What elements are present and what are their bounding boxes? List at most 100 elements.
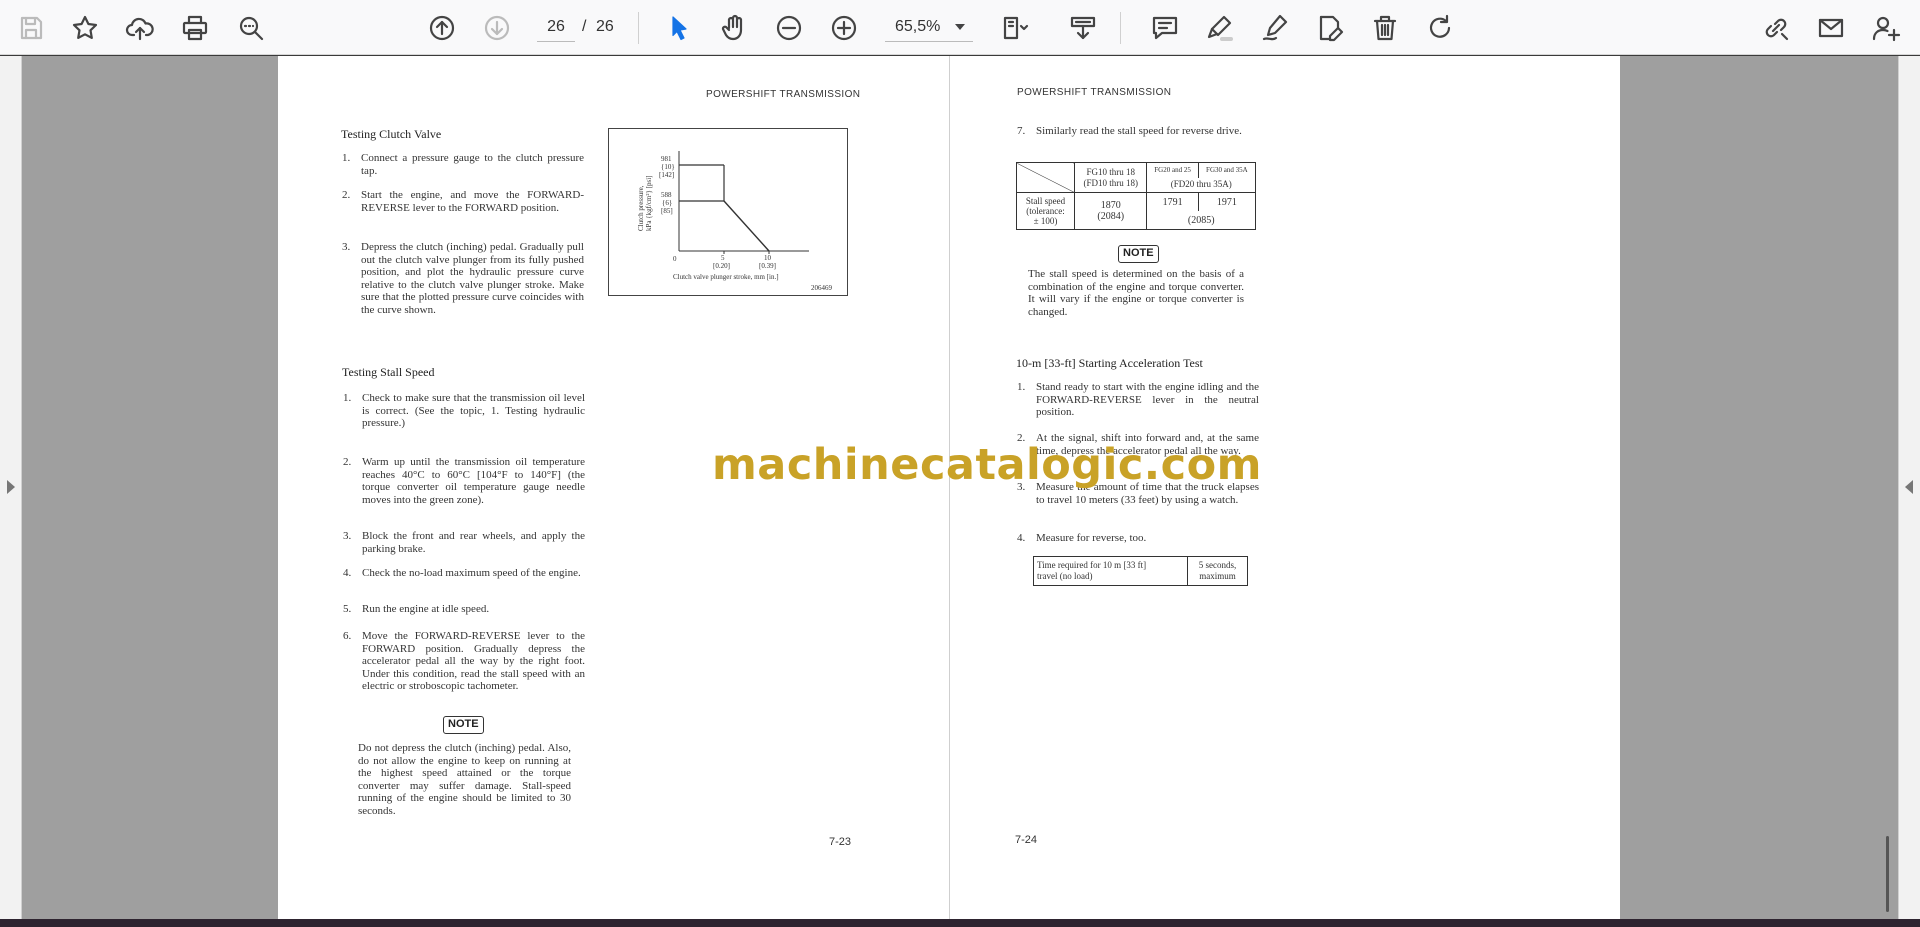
- zoom-search-icon[interactable]: [231, 8, 271, 48]
- toolbar-divider: [638, 12, 639, 44]
- x-tick-label: 5: [721, 254, 725, 262]
- toolbar-divider: [1120, 12, 1121, 44]
- chevron-left-icon: [1905, 480, 1913, 494]
- figure-id: 206469: [811, 284, 833, 292]
- upload-cloud-icon[interactable]: [120, 8, 160, 48]
- x-axis-label: Clutch valve plunger stroke, mm [in.]: [673, 273, 779, 281]
- page-number-input[interactable]: [537, 12, 575, 42]
- select-cursor-icon[interactable]: [659, 8, 699, 48]
- table-header-cell: FG20 and 25: [1146, 161, 1199, 178]
- zoom-select[interactable]: 65,5%: [885, 12, 973, 42]
- note-text: The stall speed is determined on the bas…: [1028, 268, 1244, 318]
- step-number: 3.: [342, 241, 351, 253]
- step-text: Measure for reverse, too.: [1036, 532, 1147, 544]
- table-row-label: Stall speed (tolerance: ± 100): [1016, 192, 1075, 230]
- page-header: POWERSHIFT TRANSMISSION: [706, 89, 861, 100]
- share-link-icon[interactable]: [1756, 8, 1796, 48]
- step-text: Connect a pressure gauge to the clutch p…: [361, 152, 584, 177]
- left-panel-toggle[interactable]: [0, 56, 22, 919]
- page-separator: /: [582, 18, 587, 35]
- step-number: 1.: [342, 152, 351, 164]
- step-text: Warm up until the transmission oil tempe…: [362, 456, 585, 506]
- step-text: Depress the clutch (inching) pedal. Grad…: [361, 241, 584, 316]
- table-cell: Time required for 10 m [33 ft] travel (no…: [1033, 556, 1188, 586]
- zoom-value: 65,5%: [895, 18, 941, 35]
- step-text: Check to make sure that the transmission…: [362, 392, 585, 429]
- hand-pan-icon[interactable]: [714, 8, 754, 48]
- section-title: Testing Stall Speed: [342, 365, 435, 379]
- table-header-cell: FG30 and 35A: [1197, 161, 1257, 178]
- table-header-cell: (FD20 thru 35A): [1146, 177, 1256, 194]
- bookmark-star-icon[interactable]: [65, 8, 105, 48]
- comment-icon[interactable]: [1145, 8, 1185, 48]
- step-item: 7. Similarly read the stall speed for re…: [1017, 125, 1242, 137]
- page-up-icon[interactable]: [422, 8, 462, 48]
- x-tick-label: 0: [673, 255, 677, 263]
- x-tick-label: [0.20]: [713, 262, 730, 270]
- note-badge: NOTE: [1118, 245, 1159, 263]
- step-text: Stand ready to start with the engine idl…: [1036, 381, 1259, 418]
- delete-icon[interactable]: [1365, 8, 1405, 48]
- vertical-scrollbar[interactable]: [1882, 56, 1896, 919]
- y-tick-label: 981: [661, 155, 672, 163]
- email-icon[interactable]: [1811, 8, 1851, 48]
- page-down-icon[interactable]: [477, 8, 517, 48]
- toolbar: / 26 65,5%: [0, 0, 1920, 55]
- table-corner-cell: [1016, 161, 1075, 194]
- step-text: Run the engine at idle speed.: [362, 603, 490, 615]
- y-tick-label: 588: [661, 191, 672, 199]
- highlight-icon[interactable]: [1200, 8, 1240, 48]
- table-cell: 1791: [1146, 192, 1199, 212]
- y-axis-label: kPa {kgf/cm²} [psi]: [645, 176, 653, 231]
- draw-icon[interactable]: [1255, 8, 1295, 48]
- y-axis-label: Clutch pressure,: [637, 185, 645, 231]
- acceleration-table: Time required for 10 m [33 ft] travel (no…: [1033, 556, 1248, 586]
- page-total: 26: [596, 18, 614, 35]
- rotate-icon[interactable]: [1420, 8, 1460, 48]
- save-icon[interactable]: [11, 8, 51, 48]
- section-title: 10-m [33-ft] Starting Acceleration Test: [1016, 356, 1203, 370]
- step-number: 6.: [343, 630, 352, 642]
- step-number: 1.: [1017, 381, 1026, 393]
- y-tick-label: {6}: [662, 199, 672, 207]
- scroll-mode-icon[interactable]: [1063, 8, 1103, 48]
- x-tick-label: 10: [764, 254, 772, 262]
- scroll-thumb[interactable]: [1886, 836, 1889, 912]
- step-number: 5.: [343, 603, 352, 615]
- table-cell: 1971: [1197, 192, 1257, 212]
- page-folio: 7-23: [829, 836, 852, 848]
- page-folio: 7-24: [1015, 834, 1038, 846]
- chevron-down-icon: [955, 24, 965, 30]
- zoom-in-icon[interactable]: [824, 8, 864, 48]
- pressure-curve-figure: Clutch pressure, kPa {kgf/cm²} [psi] 981…: [608, 128, 848, 296]
- step-text: Block the front and rear wheels, and app…: [362, 530, 585, 555]
- step-text: Check the no-load maximum speed of the e…: [362, 567, 581, 579]
- table-cell: 5 seconds, maximum: [1187, 556, 1248, 586]
- chevron-right-icon: [7, 480, 15, 494]
- right-panel-toggle[interactable]: [1898, 56, 1920, 919]
- zoom-out-icon[interactable]: [769, 8, 809, 48]
- section-title: Testing Clutch Valve: [341, 127, 442, 141]
- step-text: Start the engine, and move the FORWARD-R…: [361, 189, 584, 214]
- step-text: Move the FORWARD-REVERSE lever to the FO…: [362, 630, 585, 692]
- note-badge: NOTE: [443, 716, 484, 734]
- stall-speed-table: FG10 thru 18 (FD10 thru 18) FG20 and 25 F…: [1016, 161, 1257, 231]
- table-header-cell: FG10 thru 18 (FD10 thru 18): [1073, 161, 1148, 194]
- step-number: 1.: [343, 392, 352, 404]
- add-user-icon[interactable]: [1866, 8, 1906, 48]
- note-text: Do not depress the clutch (inching) peda…: [358, 742, 571, 817]
- y-tick-label: {10}: [661, 163, 675, 171]
- x-tick-label: [0.39]: [759, 262, 776, 270]
- page-fit-icon[interactable]: [995, 8, 1035, 48]
- edit-pdf-icon[interactable]: [1310, 8, 1350, 48]
- print-icon[interactable]: [175, 8, 215, 48]
- step-number: 3.: [343, 530, 352, 542]
- page-header: POWERSHIFT TRANSMISSION: [1017, 87, 1172, 98]
- table-cell: (2085): [1146, 211, 1256, 231]
- step-number: 2.: [342, 189, 351, 201]
- step-number: 2.: [343, 456, 352, 468]
- y-tick-label: [85]: [661, 207, 673, 215]
- step-number: 4.: [1017, 532, 1026, 544]
- step-number: 4.: [343, 567, 352, 579]
- table-cell: 1870 (2084): [1073, 192, 1148, 230]
